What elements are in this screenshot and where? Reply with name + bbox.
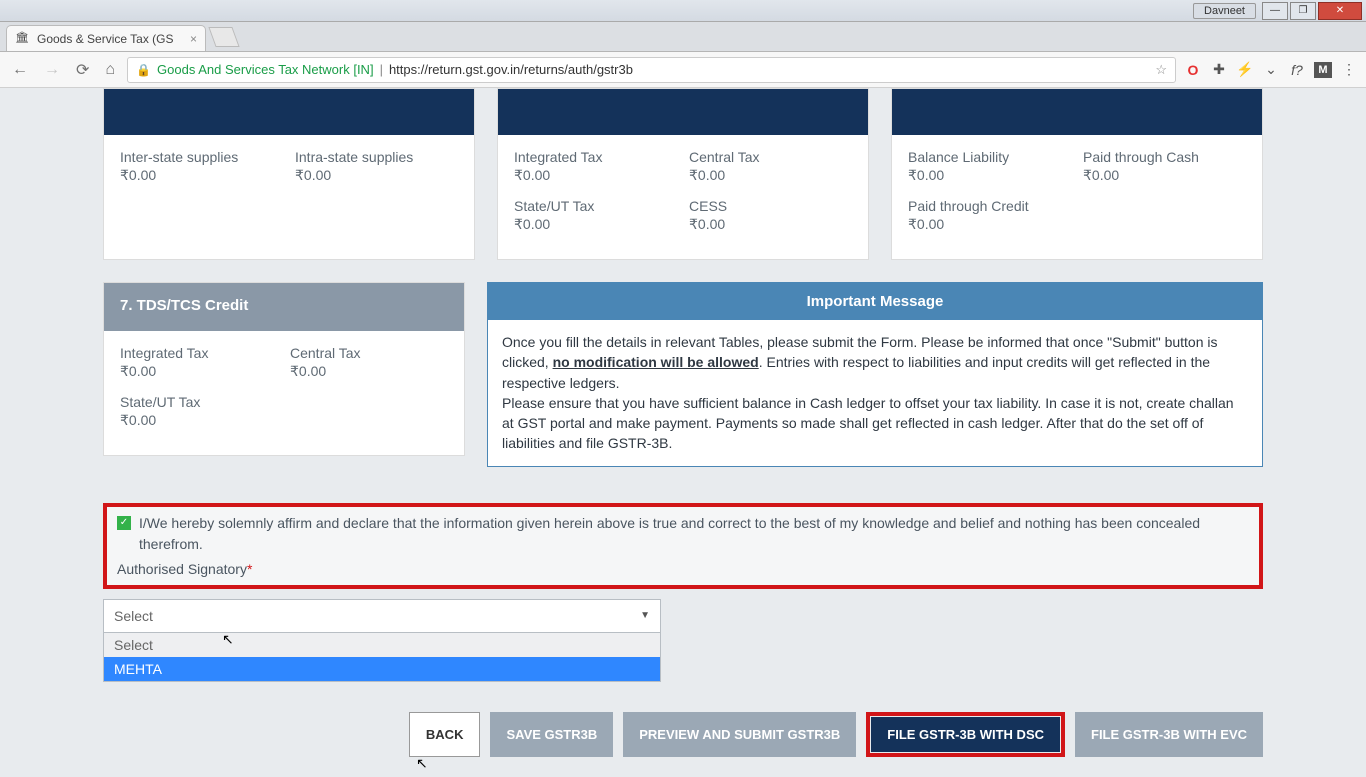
lock-icon: 🔒 <box>136 63 151 77</box>
action-button-row: BACK SAVE GSTR3B PREVIEW AND SUBMIT GSTR… <box>103 712 1263 757</box>
minimize-button[interactable]: — <box>1262 2 1288 20</box>
liability-card: Balance Liability ₹0.00 Paid through Cas… <box>891 88 1263 260</box>
dsc-highlight-box: FILE GSTR-3B WITH DSC <box>866 712 1065 757</box>
cess-label: CESS <box>689 198 852 214</box>
back-icon[interactable]: ← <box>8 61 32 79</box>
declaration-highlight-box: ✓ I/We hereby solemnly affirm and declar… <box>103 503 1263 589</box>
option-mehta[interactable]: MEHTA <box>104 657 660 681</box>
site-identity: Goods And Services Tax Network [IN] <box>157 62 374 77</box>
back-button[interactable]: BACK <box>409 712 481 757</box>
extension-plus-icon[interactable]: ✚ <box>1210 61 1228 78</box>
tds-card-title: 7. TDS/TCS Credit <box>104 283 464 331</box>
address-bar[interactable]: 🔒 Goods And Services Tax Network [IN] | … <box>127 57 1176 83</box>
important-message-body: Once you fill the details in relevant Ta… <box>488 320 1262 466</box>
intra-state-label: Intra-state supplies <box>295 149 458 165</box>
tds-tcs-card[interactable]: 7. TDS/TCS Credit Integrated Tax ₹0.00 C… <box>103 282 465 456</box>
igst-label: Integrated Tax <box>514 149 677 165</box>
paid-credit-value: ₹0.00 <box>908 216 1071 233</box>
cess-value: ₹0.00 <box>689 216 852 233</box>
home-icon[interactable]: ⌂ <box>101 61 119 79</box>
cursor-icon: ↖ <box>416 755 428 772</box>
paid-cash-value: ₹0.00 <box>1083 167 1246 184</box>
important-message-title: Important Message <box>488 283 1262 320</box>
reload-icon[interactable]: ⟳ <box>72 60 93 80</box>
chevron-down-icon: ▼ <box>640 610 650 621</box>
extension-opera-icon[interactable]: O <box>1184 62 1202 78</box>
select-placeholder: Select <box>114 608 153 624</box>
preview-submit-button[interactable]: PREVIEW AND SUBMIT GSTR3B <box>623 712 856 757</box>
inter-state-label: Inter-state supplies <box>120 149 283 165</box>
card-header <box>104 89 474 135</box>
favicon-icon: 🏛 <box>15 31 31 47</box>
save-gstr3b-button[interactable]: SAVE GSTR3B <box>490 712 613 757</box>
tds-sgst-value: ₹0.00 <box>120 412 278 429</box>
forward-icon: → <box>40 61 64 79</box>
authorised-signatory-label: Authorised Signatory* <box>117 561 1249 577</box>
window-titlebar: Davneet — ❐ ✕ <box>0 0 1366 22</box>
close-window-button[interactable]: ✕ <box>1318 2 1362 20</box>
intra-state-value: ₹0.00 <box>295 167 458 184</box>
important-message-panel: Important Message Once you fill the deta… <box>487 282 1263 467</box>
balance-liability-value: ₹0.00 <box>908 167 1071 184</box>
paid-cash-label: Paid through Cash <box>1083 149 1246 165</box>
extension-f-icon[interactable]: f? <box>1288 62 1306 78</box>
card-header <box>892 89 1262 135</box>
extension-pocket-icon[interactable]: ⌄ <box>1262 61 1280 78</box>
tds-igst-value: ₹0.00 <box>120 363 278 380</box>
tab-close-icon[interactable]: × <box>190 32 197 46</box>
extension-m-icon[interactable]: M <box>1314 62 1332 78</box>
tds-cgst-value: ₹0.00 <box>290 363 448 380</box>
supplies-card: Inter-state supplies ₹0.00 Intra-state s… <box>103 88 475 260</box>
browser-menu-icon[interactable]: ⋮ <box>1340 61 1358 78</box>
bookmark-star-icon[interactable]: ☆ <box>1155 62 1167 78</box>
tds-sgst-label: State/UT Tax <box>120 394 278 410</box>
signatory-options: Select MEHTA <box>103 633 661 682</box>
tax-card: Integrated Tax ₹0.00 Central Tax ₹0.00 S… <box>497 88 869 260</box>
balance-liability-label: Balance Liability <box>908 149 1071 165</box>
tds-cgst-label: Central Tax <box>290 345 448 361</box>
card-header <box>498 89 868 135</box>
cgst-value: ₹0.00 <box>689 167 852 184</box>
browser-tabstrip: 🏛 Goods & Service Tax (GS × <box>0 22 1366 52</box>
os-user-button[interactable]: Davneet <box>1193 3 1256 19</box>
paid-credit-label: Paid through Credit <box>908 198 1071 214</box>
cgst-label: Central Tax <box>689 149 852 165</box>
sgst-value: ₹0.00 <box>514 216 677 233</box>
browser-toolbar: ← → ⟳ ⌂ 🔒 Goods And Services Tax Network… <box>0 52 1366 88</box>
declaration-checkbox[interactable]: ✓ <box>117 516 131 530</box>
file-with-evc-button[interactable]: FILE GSTR-3B WITH EVC <box>1075 712 1263 757</box>
tds-igst-label: Integrated Tax <box>120 345 278 361</box>
inter-state-value: ₹0.00 <box>120 167 283 184</box>
igst-value: ₹0.00 <box>514 167 677 184</box>
sgst-label: State/UT Tax <box>514 198 677 214</box>
new-tab-button[interactable] <box>208 27 239 47</box>
declaration-text: I/We hereby solemnly affirm and declare … <box>139 513 1249 555</box>
url-text: https://return.gst.gov.in/returns/auth/g… <box>389 62 633 77</box>
cursor-icon: ↖ <box>222 631 234 648</box>
file-with-dsc-button[interactable]: FILE GSTR-3B WITH DSC <box>871 717 1060 752</box>
signatory-select[interactable]: Select ▼ <box>103 599 661 633</box>
signatory-select-wrap: Select ▼ Select MEHTA <box>103 599 661 682</box>
browser-tab[interactable]: 🏛 Goods & Service Tax (GS × <box>6 25 206 51</box>
option-select[interactable]: Select <box>104 633 660 657</box>
maximize-button[interactable]: ❐ <box>1290 2 1316 20</box>
tab-title: Goods & Service Tax (GS <box>37 32 174 46</box>
extension-bolt-icon[interactable]: ⚡ <box>1236 61 1254 78</box>
